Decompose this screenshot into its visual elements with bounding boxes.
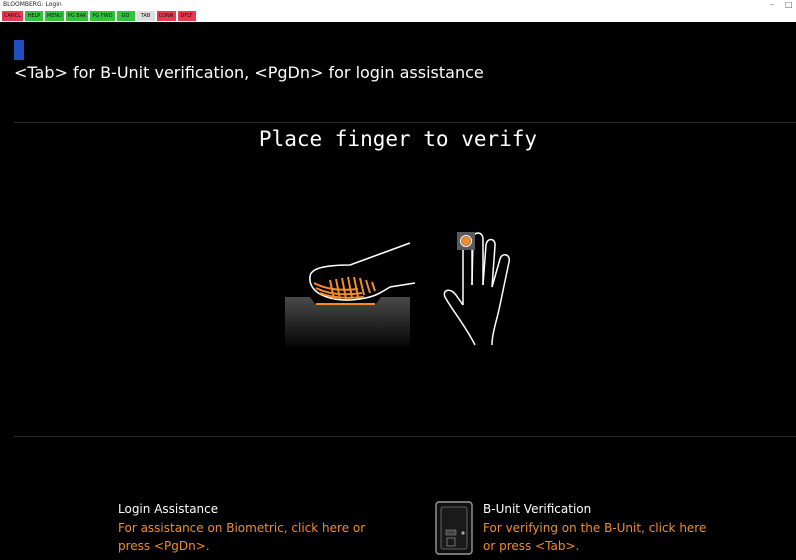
bunit-verification-text-line1[interactable]: For verifying on the B-Unit, click here — [483, 519, 706, 537]
key-page-back[interactable]: PG BAK — [65, 11, 89, 21]
minimize-button[interactable]: – — [770, 0, 774, 9]
keyboard-hint: <Tab> for B-Unit verification, <PgDn> fo… — [14, 63, 484, 82]
top-divider — [14, 122, 796, 123]
bunit-device-icon — [433, 500, 475, 560]
maximize-button[interactable]: □ — [785, 0, 793, 9]
key-default[interactable]: DFLT — [177, 11, 196, 21]
window-title: BLOOMBERG: Login — [3, 1, 62, 8]
key-conn[interactable]: CONN — [156, 11, 176, 21]
key-help[interactable]: HELP — [24, 11, 43, 21]
bunit-verification-title: B-Unit Verification — [483, 502, 592, 516]
login-assistance-text-line2[interactable]: press <PgDn>. — [118, 537, 365, 555]
bunit-verification-link[interactable]: For verifying on the B-Unit, click here … — [483, 519, 706, 555]
key-menu[interactable]: MENU — [44, 11, 64, 21]
login-assistance-title: Login Assistance — [118, 502, 219, 516]
biometric-illustration — [280, 225, 540, 354]
login-assistance-link[interactable]: For assistance on Biometric, click here … — [118, 519, 365, 555]
key-cancel[interactable]: CANCL — [2, 11, 23, 21]
window-titlebar: BLOOMBERG: Login – □ CANCL HELP MENU PG … — [0, 0, 796, 22]
bunit-verification-text-line2[interactable]: or press <Tab>. — [483, 537, 706, 555]
key-tab[interactable]: TAB — [136, 11, 155, 21]
key-page-forward[interactable]: PG FWD — [90, 11, 115, 21]
text-cursor — [14, 40, 24, 60]
bottom-divider — [14, 436, 796, 437]
function-key-toolbar: CANCL HELP MENU PG BAK PG FWD GO TAB CON… — [2, 11, 196, 21]
key-go[interactable]: GO — [116, 11, 135, 21]
page-heading: Place finger to verify — [258, 127, 538, 151]
login-assistance-text-line1[interactable]: For assistance on Biometric, click here … — [118, 519, 365, 537]
finger-on-scanner-icon — [285, 232, 511, 350]
